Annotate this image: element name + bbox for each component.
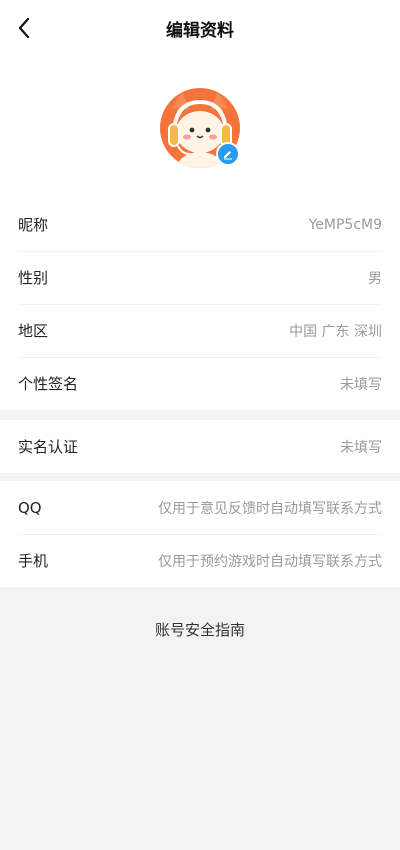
verification-section: 实名认证 未填写 — [0, 420, 400, 473]
account-security-guide-link[interactable]: 账号安全指南 — [0, 610, 400, 650]
gender-value: 男 — [368, 270, 382, 287]
top-bar: 编辑资料 — [0, 0, 400, 56]
pencil-icon — [224, 151, 232, 160]
basic-info-section: 昵称 YeMP5cM9 性别 男 地区 中国 广东 深圳 个性签名 未填写 — [0, 198, 400, 410]
qq-label: QQ — [18, 498, 42, 517]
phone-row[interactable]: 手机 仅用于预约游戏时自动填写联系方式 — [0, 534, 400, 587]
region-value: 中国 广东 深圳 — [289, 323, 382, 340]
nickname-label: 昵称 — [18, 216, 49, 234]
nickname-value: YeMP5cM9 — [308, 216, 382, 233]
back-button[interactable] — [8, 10, 40, 46]
chevron-left-icon[interactable] — [17, 17, 31, 39]
real-name-label: 实名认证 — [18, 438, 79, 456]
gender-label: 性别 — [18, 269, 49, 287]
signature-row[interactable]: 个性签名 未填写 — [0, 357, 400, 410]
qq-value: 仅用于意见反馈时自动填写联系方式 — [158, 500, 382, 517]
contact-section: QQ 仅用于意见反馈时自动填写联系方式 手机 仅用于预约游戏时自动填写联系方式 — [0, 481, 400, 587]
phone-label: 手机 — [18, 552, 49, 570]
real-name-row[interactable]: 实名认证 未填写 — [0, 420, 400, 473]
real-name-value: 未填写 — [340, 439, 382, 456]
avatar-section — [0, 56, 400, 198]
nickname-row[interactable]: 昵称 YeMP5cM9 — [0, 198, 400, 251]
phone-value: 仅用于预约游戏时自动填写联系方式 — [158, 553, 382, 570]
signature-value: 未填写 — [340, 376, 382, 393]
gender-row[interactable]: 性别 男 — [0, 251, 400, 304]
edit-avatar-button[interactable] — [216, 142, 240, 166]
qq-row[interactable]: QQ 仅用于意见反馈时自动填写联系方式 — [0, 481, 400, 534]
signature-label: 个性签名 — [18, 375, 79, 393]
page-title: 编辑资料 — [166, 20, 234, 41]
region-row[interactable]: 地区 中国 广东 深圳 — [0, 304, 400, 357]
region-label: 地区 — [18, 322, 49, 340]
